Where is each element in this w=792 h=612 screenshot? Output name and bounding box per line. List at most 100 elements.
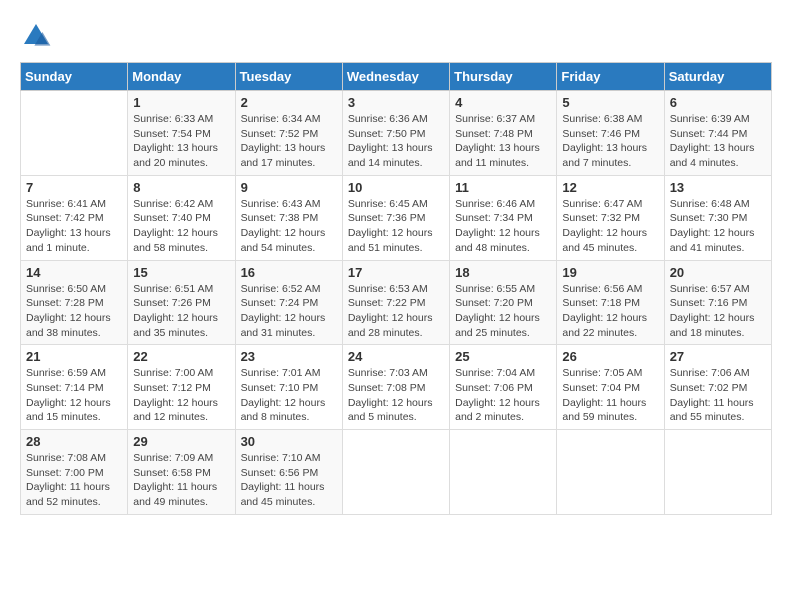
calendar-cell: 27Sunrise: 7:06 AM Sunset: 7:02 PM Dayli… <box>664 345 771 430</box>
header-row: SundayMondayTuesdayWednesdayThursdayFrid… <box>21 63 772 91</box>
day-number: 2 <box>241 95 337 110</box>
calendar-cell: 23 Sunrise: 7:01 AM Sunset: 7:10 PM Dayli… <box>235 345 342 430</box>
day-number: 16 <box>241 265 337 280</box>
calendar-cell: 8 Sunrise: 6:42 AM Sunset: 7:40 PM Daylig… <box>128 175 235 260</box>
calendar-cell: 14 Sunrise: 6:50 AM Sunset: 7:28 PM Dayli… <box>21 260 128 345</box>
day-info: Sunrise: 7:01 AM Sunset: 7:10 PM Dayligh… <box>241 366 337 425</box>
calendar-cell: 29Sunrise: 7:09 AM Sunset: 6:58 PM Dayli… <box>128 430 235 515</box>
day-number: 4 <box>455 95 551 110</box>
header-day: Saturday <box>664 63 771 91</box>
calendar-cell: 7 Sunrise: 6:41 AM Sunset: 7:42 PM Daylig… <box>21 175 128 260</box>
calendar-cell: 26Sunrise: 7:05 AM Sunset: 7:04 PM Dayli… <box>557 345 664 430</box>
day-info: Sunrise: 6:37 AM Sunset: 7:48 PM Dayligh… <box>455 112 551 171</box>
day-number: 1 <box>133 95 229 110</box>
calendar-week: 21 Sunrise: 6:59 AM Sunset: 7:14 PM Dayli… <box>21 345 772 430</box>
calendar-cell <box>342 430 449 515</box>
day-number: 15 <box>133 265 229 280</box>
header-day: Monday <box>128 63 235 91</box>
day-info: Sunrise: 6:38 AM Sunset: 7:46 PM Dayligh… <box>562 112 658 171</box>
day-number: 11 <box>455 180 551 195</box>
calendar-cell: 28 Sunrise: 7:08 AM Sunset: 7:00 PM Dayli… <box>21 430 128 515</box>
day-info: Sunrise: 6:46 AM Sunset: 7:34 PM Dayligh… <box>455 197 551 256</box>
day-number: 18 <box>455 265 551 280</box>
calendar-cell: 15Sunrise: 6:51 AM Sunset: 7:26 PM Dayli… <box>128 260 235 345</box>
day-info: Sunrise: 7:08 AM Sunset: 7:00 PM Dayligh… <box>26 451 122 510</box>
calendar-cell: 22 Sunrise: 7:00 AM Sunset: 7:12 PM Dayli… <box>128 345 235 430</box>
day-info: Sunrise: 7:03 AM Sunset: 7:08 PM Dayligh… <box>348 366 444 425</box>
calendar-week: 28 Sunrise: 7:08 AM Sunset: 7:00 PM Dayli… <box>21 430 772 515</box>
day-number: 3 <box>348 95 444 110</box>
day-info: Sunrise: 6:55 AM Sunset: 7:20 PM Dayligh… <box>455 282 551 341</box>
day-number: 10 <box>348 180 444 195</box>
calendar-cell: 17Sunrise: 6:53 AM Sunset: 7:22 PM Dayli… <box>342 260 449 345</box>
calendar-cell: 10Sunrise: 6:45 AM Sunset: 7:36 PM Dayli… <box>342 175 449 260</box>
day-info: Sunrise: 6:52 AM Sunset: 7:24 PM Dayligh… <box>241 282 337 341</box>
calendar-cell <box>450 430 557 515</box>
day-number: 14 <box>26 265 122 280</box>
day-info: Sunrise: 6:47 AM Sunset: 7:32 PM Dayligh… <box>562 197 658 256</box>
calendar-cell: 11 Sunrise: 6:46 AM Sunset: 7:34 PM Dayli… <box>450 175 557 260</box>
day-number: 24 <box>348 349 444 364</box>
calendar-cell: 24 Sunrise: 7:03 AM Sunset: 7:08 PM Dayli… <box>342 345 449 430</box>
day-info: Sunrise: 6:59 AM Sunset: 7:14 PM Dayligh… <box>26 366 122 425</box>
day-number: 17 <box>348 265 444 280</box>
day-number: 25 <box>455 349 551 364</box>
day-info: Sunrise: 6:50 AM Sunset: 7:28 PM Dayligh… <box>26 282 122 341</box>
calendar-cell: 21 Sunrise: 6:59 AM Sunset: 7:14 PM Dayli… <box>21 345 128 430</box>
calendar-week: 1 Sunrise: 6:33 AM Sunset: 7:54 PM Daylig… <box>21 91 772 176</box>
calendar-cell: 30Sunrise: 7:10 AM Sunset: 6:56 PM Dayli… <box>235 430 342 515</box>
day-info: Sunrise: 7:09 AM Sunset: 6:58 PM Dayligh… <box>133 451 229 510</box>
day-info: Sunrise: 7:00 AM Sunset: 7:12 PM Dayligh… <box>133 366 229 425</box>
calendar-cell <box>21 91 128 176</box>
day-info: Sunrise: 7:05 AM Sunset: 7:04 PM Dayligh… <box>562 366 658 425</box>
calendar-cell: 18 Sunrise: 6:55 AM Sunset: 7:20 PM Dayli… <box>450 260 557 345</box>
day-number: 5 <box>562 95 658 110</box>
day-info: Sunrise: 7:04 AM Sunset: 7:06 PM Dayligh… <box>455 366 551 425</box>
day-number: 8 <box>133 180 229 195</box>
day-info: Sunrise: 6:34 AM Sunset: 7:52 PM Dayligh… <box>241 112 337 171</box>
day-number: 9 <box>241 180 337 195</box>
day-info: Sunrise: 6:39 AM Sunset: 7:44 PM Dayligh… <box>670 112 766 171</box>
day-number: 19 <box>562 265 658 280</box>
calendar-cell: 1 Sunrise: 6:33 AM Sunset: 7:54 PM Daylig… <box>128 91 235 176</box>
day-info: Sunrise: 7:10 AM Sunset: 6:56 PM Dayligh… <box>241 451 337 510</box>
page-header <box>20 20 772 52</box>
calendar-week: 7 Sunrise: 6:41 AM Sunset: 7:42 PM Daylig… <box>21 175 772 260</box>
day-number: 20 <box>670 265 766 280</box>
day-info: Sunrise: 6:57 AM Sunset: 7:16 PM Dayligh… <box>670 282 766 341</box>
day-info: Sunrise: 6:33 AM Sunset: 7:54 PM Dayligh… <box>133 112 229 171</box>
calendar-cell: 13 Sunrise: 6:48 AM Sunset: 7:30 PM Dayli… <box>664 175 771 260</box>
day-number: 21 <box>26 349 122 364</box>
day-info: Sunrise: 6:42 AM Sunset: 7:40 PM Dayligh… <box>133 197 229 256</box>
day-number: 28 <box>26 434 122 449</box>
header-day: Friday <box>557 63 664 91</box>
day-info: Sunrise: 6:48 AM Sunset: 7:30 PM Dayligh… <box>670 197 766 256</box>
day-number: 22 <box>133 349 229 364</box>
calendar-cell: 12 Sunrise: 6:47 AM Sunset: 7:32 PM Dayli… <box>557 175 664 260</box>
header-day: Wednesday <box>342 63 449 91</box>
calendar-cell: 25 Sunrise: 7:04 AM Sunset: 7:06 PM Dayli… <box>450 345 557 430</box>
header-day: Thursday <box>450 63 557 91</box>
day-info: Sunrise: 6:43 AM Sunset: 7:38 PM Dayligh… <box>241 197 337 256</box>
day-number: 7 <box>26 180 122 195</box>
logo <box>20 20 56 52</box>
day-number: 27 <box>670 349 766 364</box>
day-number: 12 <box>562 180 658 195</box>
calendar-cell: 3 Sunrise: 6:36 AM Sunset: 7:50 PM Daylig… <box>342 91 449 176</box>
day-number: 23 <box>241 349 337 364</box>
day-info: Sunrise: 6:56 AM Sunset: 7:18 PM Dayligh… <box>562 282 658 341</box>
day-info: Sunrise: 6:36 AM Sunset: 7:50 PM Dayligh… <box>348 112 444 171</box>
calendar-cell: 6 Sunrise: 6:39 AM Sunset: 7:44 PM Daylig… <box>664 91 771 176</box>
calendar-cell: 16 Sunrise: 6:52 AM Sunset: 7:24 PM Dayli… <box>235 260 342 345</box>
calendar-cell: 2 Sunrise: 6:34 AM Sunset: 7:52 PM Daylig… <box>235 91 342 176</box>
calendar-cell: 9 Sunrise: 6:43 AM Sunset: 7:38 PM Daylig… <box>235 175 342 260</box>
logo-icon <box>20 20 52 52</box>
day-info: Sunrise: 6:41 AM Sunset: 7:42 PM Dayligh… <box>26 197 122 256</box>
day-number: 6 <box>670 95 766 110</box>
calendar-cell: 5 Sunrise: 6:38 AM Sunset: 7:46 PM Daylig… <box>557 91 664 176</box>
calendar-table: SundayMondayTuesdayWednesdayThursdayFrid… <box>20 62 772 515</box>
calendar-cell: 4 Sunrise: 6:37 AM Sunset: 7:48 PM Daylig… <box>450 91 557 176</box>
calendar-cell <box>664 430 771 515</box>
calendar-cell: 19 Sunrise: 6:56 AM Sunset: 7:18 PM Dayli… <box>557 260 664 345</box>
day-number: 13 <box>670 180 766 195</box>
